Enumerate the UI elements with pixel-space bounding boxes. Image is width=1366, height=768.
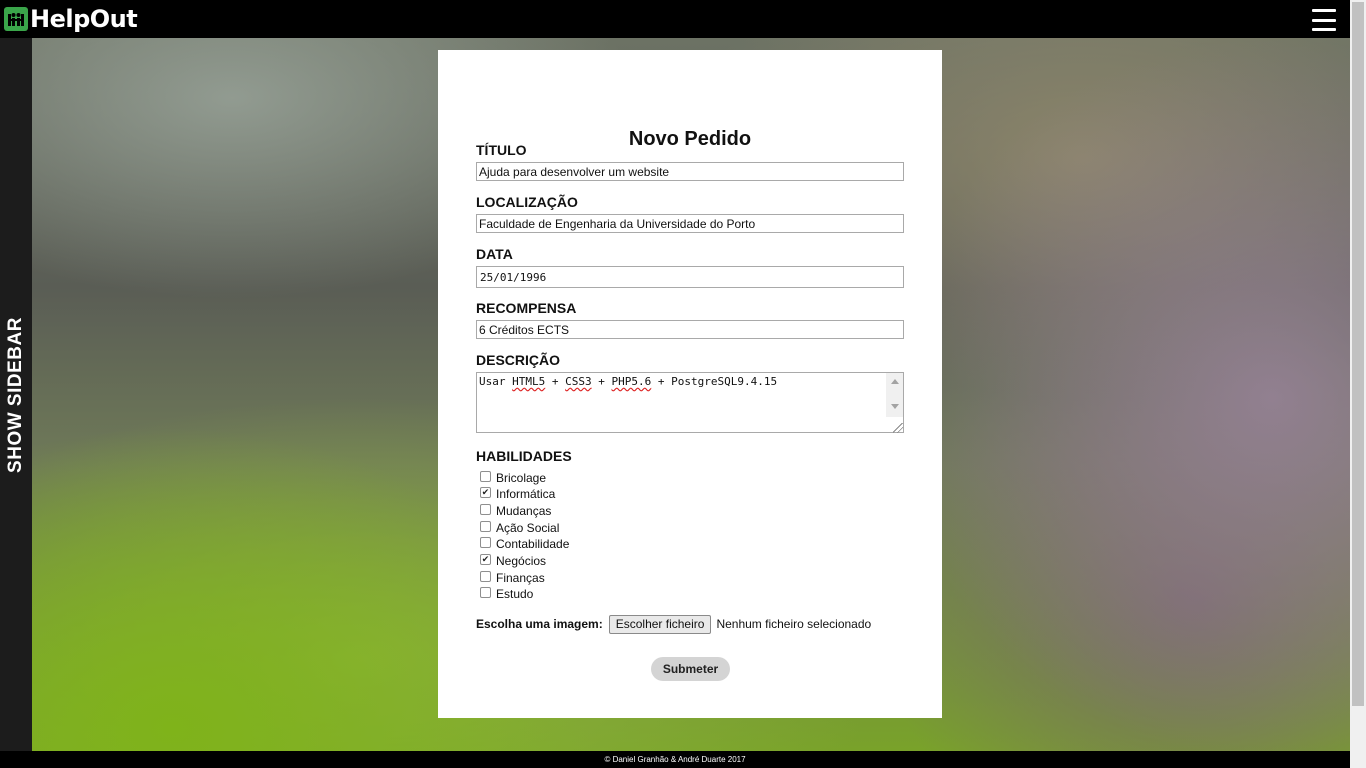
skill-item[interactable]: ✔ Informática [480,486,555,502]
new-request-form: Novo Pedido TÍTULO LOCALIZAÇÃO DATA RECO… [438,50,942,718]
skill-label: Finanças [496,571,545,585]
localizacao-input[interactable] [476,214,904,233]
habilidades-label: HABILIDADES [476,448,572,464]
skill-label: Ação Social [496,521,560,535]
checkbox[interactable] [480,520,491,532]
checkbox[interactable] [480,503,491,515]
image-upload-row: Escolha uma imagem: Escolher ficheiro Ne… [476,614,871,634]
skill-item[interactable]: Mudanças [480,503,551,519]
submit-button[interactable]: Submeter [651,657,730,681]
desc-text: CSS3 [565,375,592,388]
top-bar: HelpOut [0,0,1350,38]
resize-handle-icon[interactable] [893,423,903,433]
skill-item[interactable]: Estudo [480,586,533,602]
skill-label: Informática [496,487,556,501]
localizacao-label: LOCALIZAÇÃO [476,194,578,210]
page-scrollbar[interactable] [1350,0,1366,768]
recompensa-input[interactable] [476,320,904,339]
date-input[interactable] [476,266,904,288]
textarea-scrollbar[interactable] [886,373,903,417]
recompensa-label: RECOMPENSA [476,300,577,316]
skill-item[interactable]: Contabilidade [480,536,569,552]
skill-item[interactable]: ✔ Negócios [480,553,546,569]
skill-item[interactable]: Finanças [480,570,545,586]
logo-text: HelpOut [30,5,138,33]
desc-text: + PostgreSQL9.4.15 [651,375,778,388]
desc-text: + [545,375,566,388]
desc-text: HTML5 [512,375,546,388]
checkbox[interactable] [480,470,491,482]
scroll-up-icon[interactable] [891,379,899,384]
logo[interactable]: HelpOut [4,5,138,33]
helpout-logo-icon [4,7,28,31]
footer-copyright: © Daniel Granhão & André Duarte 2017 [604,755,746,764]
descricao-textarea[interactable]: Usar HTML5 + CSS3 + PHP5.6 + PostgreSQL9… [476,372,904,433]
skill-label: Estudo [496,587,534,601]
skill-label: Mudanças [496,504,552,518]
checkbox[interactable] [480,570,491,582]
skill-item[interactable]: Bricolage [480,470,546,486]
titulo-label: TÍTULO [476,142,527,158]
scrollbar-thumb[interactable] [1352,2,1364,706]
skill-item[interactable]: Ação Social [480,520,559,536]
desc-text: + [591,375,612,388]
checkbox[interactable] [480,586,491,598]
footer: © Daniel Granhão & André Duarte 2017 [0,751,1350,768]
show-sidebar-label: SHOW SIDEBAR [5,316,26,473]
checkbox-checked[interactable]: ✔ [480,553,491,565]
data-label: DATA [476,246,513,262]
checkbox[interactable] [480,536,491,548]
descricao-label: DESCRIÇÃO [476,352,561,368]
skill-label: Negócios [496,554,547,568]
checkbox-checked[interactable]: ✔ [480,486,491,498]
image-upload-label: Escolha uma imagem: [476,617,603,631]
titulo-input[interactable] [476,162,904,181]
menu-icon[interactable] [1312,9,1336,31]
show-sidebar-button[interactable]: SHOW SIDEBAR [0,38,32,751]
desc-text: Usar [479,375,513,388]
skill-label: Bricolage [496,471,547,485]
skill-label: Contabilidade [496,537,570,551]
scroll-down-icon[interactable] [891,404,899,409]
choose-file-button[interactable]: Escolher ficheiro [608,614,712,634]
file-status: Nenhum ficheiro selecionado [716,617,872,631]
desc-text: PHP5.6 [611,375,652,388]
